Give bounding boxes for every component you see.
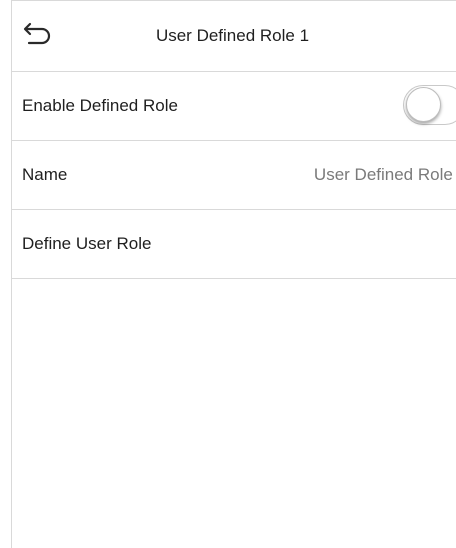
enable-defined-role-row[interactable]: Enable Defined Role (12, 72, 456, 141)
define-user-role-label: Define User Role (22, 234, 152, 253)
name-value: User Defined Role 1 (313, 165, 456, 184)
name-row[interactable]: Name User Defined Role 1 (12, 141, 456, 210)
enable-defined-role-toggle[interactable] (403, 85, 456, 125)
role-settings-screen: User Defined Role 1 Enable Defined Role … (11, 0, 456, 548)
back-arrow-icon (23, 20, 53, 51)
page-title: User Defined Role 1 (155, 26, 310, 45)
toggle-knob (406, 87, 441, 122)
enable-defined-role-label: Enable Defined Role (22, 96, 178, 115)
define-user-role-row[interactable]: Define User Role (12, 210, 456, 279)
back-button[interactable] (20, 19, 56, 51)
name-label: Name (22, 165, 68, 184)
header-bar: User Defined Role 1 (12, 1, 456, 72)
